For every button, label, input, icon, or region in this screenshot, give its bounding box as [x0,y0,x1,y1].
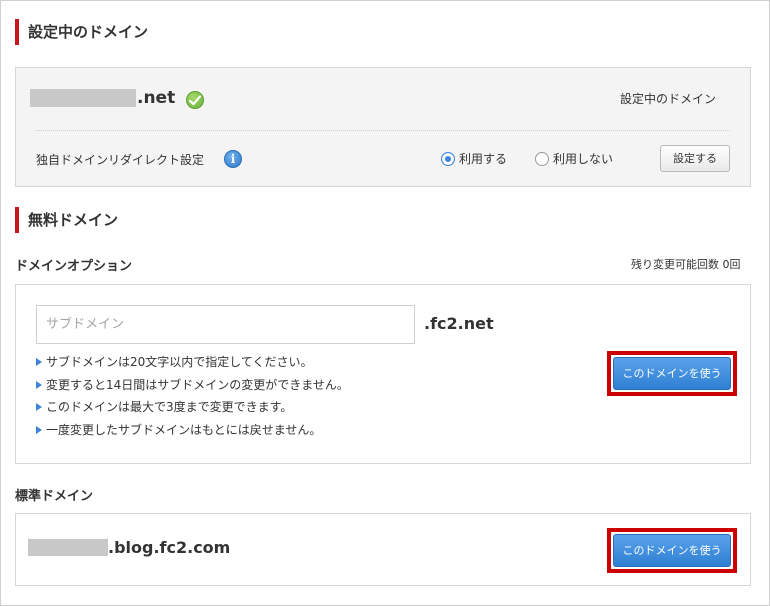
free-domain-section-title: 無料ドメイン [15,207,118,233]
domain-option-heading: ドメインオプション [15,259,133,274]
info-icon[interactable]: i [224,150,242,168]
radio-not-use-label[interactable]: 利用しない [553,150,613,167]
subdomain-notes: サブドメインは20文字以内で指定してください。 変更すると14日間はサブドメイン… [36,351,349,441]
list-item: 一度変更したサブドメインはもとには戻せません。 [36,419,349,442]
current-domain-section-title: 設定中のドメイン [15,19,148,45]
list-item: このドメインは最大で3度まで変更できます。 [36,396,349,419]
standard-domain-heading: 標準ドメイン [15,489,94,504]
radio-not-use[interactable] [535,152,549,166]
list-item: 変更すると14日間はサブドメインの変更ができません。 [36,374,349,397]
subdomain-input[interactable] [36,305,415,344]
divider [36,130,730,131]
radio-use[interactable] [441,152,455,166]
remaining-changes-count: 残り変更可能回数 0回 [631,258,741,271]
current-domain-suffix: .net [137,88,176,108]
radio-use-label[interactable]: 利用する [459,150,507,167]
list-item: サブドメインは20文字以内で指定してください。 [36,351,349,374]
standard-domain-panel: .blog.fc2.com このドメインを使う [15,513,751,586]
use-fc2-net-domain-button[interactable]: このドメインを使う [613,357,731,390]
current-domain-status-label: 設定中のドメイン [620,92,717,106]
redacted-domain-name [30,89,136,107]
blog-fc2-suffix: .blog.fc2.com [108,538,231,557]
set-redirect-button[interactable]: 設定する [660,145,730,172]
redirect-setting-label: 独自ドメインリダイレクト設定 [36,153,205,167]
use-blog-fc2-domain-button[interactable]: このドメインを使う [613,534,731,567]
fc2-net-suffix: .fc2.net [424,314,494,333]
check-icon [186,91,204,109]
redacted-blog-id [28,539,108,556]
current-domain-panel: .net 設定中のドメイン 独自ドメインリダイレクト設定 i 利用する 利用しな… [15,67,751,187]
domain-option-panel: .fc2.net サブドメインは20文字以内で指定してください。 変更すると14… [15,284,751,464]
